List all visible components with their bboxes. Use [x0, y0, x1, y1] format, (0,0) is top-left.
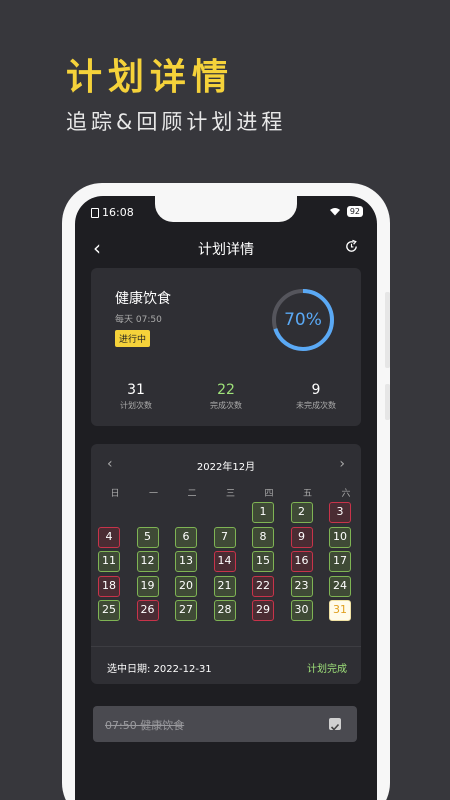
stat-value: 9 [311, 382, 321, 398]
weekday-label: 二 [187, 489, 197, 499]
status-time: 16:08 [91, 206, 134, 219]
calendar-day[interactable]: 30 [290, 600, 313, 621]
calendar-day[interactable]: 1 [252, 502, 274, 523]
calendar-day[interactable]: 7 [213, 526, 236, 548]
calendar-day[interactable]: 21 [213, 575, 236, 597]
calendar-day[interactable]: 23 [290, 575, 313, 597]
calendar-card: ‹ 2022年12月 › 日一二三四五六 1 2 3 4 5 6 7 8 9 10 11 12 13 14… [91, 444, 361, 684]
plan-summary-card: 健康饮食 每天 07:50 进行中 70% 31 计划次数 22 完成次数 9 … [91, 268, 361, 426]
selected-date: 选中日期: 2022-12-31 [107, 664, 212, 675]
stat-label: 完成次数 [210, 401, 242, 410]
calendar-day[interactable]: 24 [329, 575, 351, 597]
weekday-label: 五 [302, 489, 312, 499]
status-right: 92 [329, 206, 363, 217]
calendar-day[interactable]: 20 [175, 575, 197, 597]
calendar-day[interactable]: 18 [98, 575, 120, 597]
task-item[interactable]: 07:50 健康饮食 [93, 706, 357, 742]
calendar-month: 2022年12月 [196, 462, 256, 473]
weekday-label: 六 [341, 489, 351, 499]
stat-value: 31 [127, 382, 145, 398]
phone-notch [155, 196, 297, 222]
calendar-day[interactable]: 22 [252, 575, 274, 597]
weekday-label: 四 [264, 489, 274, 499]
calendar-day[interactable]: 10 [329, 526, 351, 548]
calendar-day[interactable]: 19 [136, 575, 159, 597]
page-title: 计划详情 [198, 242, 254, 258]
calendar-day[interactable]: 4 [98, 526, 120, 548]
weekday-label: 一 [148, 489, 158, 499]
sim-icon [91, 207, 99, 218]
calendar-day[interactable]: 8 [252, 526, 274, 548]
plan-name: 健康饮食 [115, 291, 171, 307]
calendar-day[interactable]: 31 [329, 600, 351, 621]
checkbox-checked-icon[interactable] [329, 718, 341, 731]
calendar-day[interactable]: 9 [290, 526, 313, 548]
status-time-text: 16:08 [102, 206, 134, 219]
calendar-day[interactable]: 25 [98, 600, 120, 621]
calendar-day[interactable]: 12 [136, 551, 159, 572]
calendar-day[interactable]: 15 [252, 551, 274, 572]
progress-percent: 70% [284, 310, 322, 330]
phone-side-button [385, 384, 390, 420]
calendar-day[interactable]: 14 [213, 551, 236, 572]
stat-value: 22 [217, 382, 235, 398]
calendar-day[interactable]: 13 [175, 551, 197, 572]
chevron-right-icon[interactable]: › [339, 456, 345, 472]
calendar-header: ‹ 2022年12月 › [91, 456, 361, 474]
calendar-day[interactable]: 26 [136, 600, 159, 621]
calendar-day[interactable]: 5 [136, 526, 159, 548]
stat-label: 未完成次数 [296, 401, 336, 410]
calendar-day[interactable]: 3 [329, 502, 351, 523]
calendar-day[interactable]: 27 [175, 600, 197, 621]
stat-completed: 22 完成次数 [181, 382, 271, 411]
stat-label: 计划次数 [120, 401, 152, 410]
calendar-day[interactable]: 2 [290, 502, 313, 523]
status-badge: 进行中 [115, 330, 151, 347]
promo-subtitle: 追踪&回顾计划进程 [66, 110, 287, 134]
calendar-day[interactable]: 16 [290, 551, 313, 572]
app-screen: 16:08 92 ‹ 计划详情 健康饮食 每天 07:50 进行中 70% 31… [75, 196, 377, 800]
calendar-day[interactable]: 29 [252, 600, 274, 621]
calendar-day[interactable]: 17 [329, 551, 351, 572]
refresh-icon[interactable] [344, 239, 359, 258]
divider [91, 646, 361, 647]
calendar-day[interactable]: 11 [98, 551, 120, 572]
weekday-label: 日 [110, 489, 120, 499]
wifi-icon [329, 208, 340, 216]
task-text: 07:50 健康饮食 [105, 719, 185, 732]
calendar-day[interactable]: 6 [175, 526, 197, 548]
battery-icon: 92 [346, 206, 363, 217]
plan-schedule: 每天 07:50 [115, 315, 162, 325]
calendar-day[interactable]: 28 [213, 600, 236, 621]
stat-missed: 9 未完成次数 [271, 382, 361, 411]
nav-bar: ‹ 计划详情 [75, 230, 377, 266]
promo-title: 计划详情 [66, 57, 235, 98]
stat-planned: 31 计划次数 [91, 382, 181, 411]
weekday-label: 三 [225, 489, 235, 499]
selected-status[interactable]: 计划完成 [307, 660, 347, 675]
phone-side-button [385, 292, 390, 368]
